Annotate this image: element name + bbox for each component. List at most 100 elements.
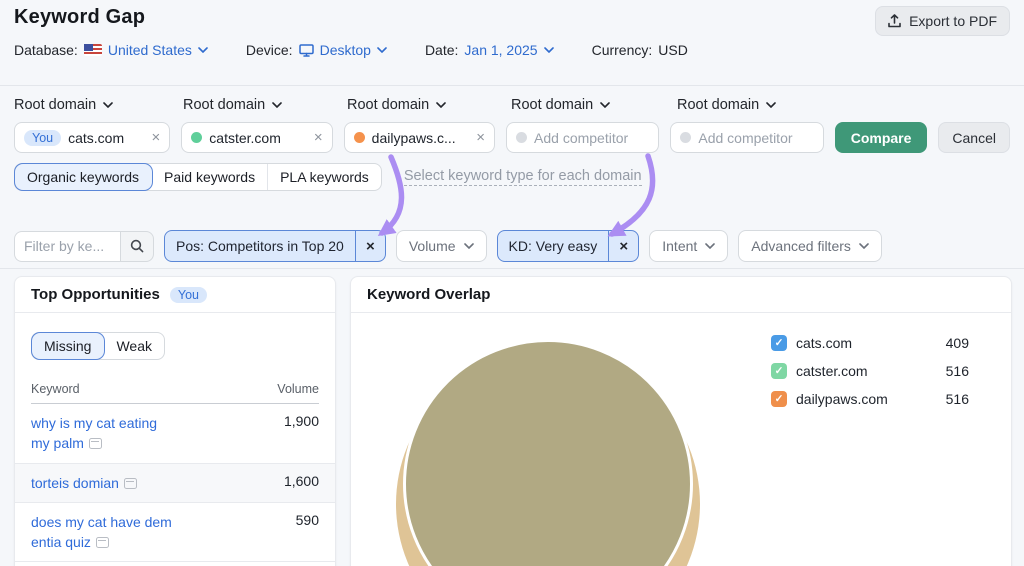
chevron-down-icon — [859, 243, 869, 249]
device-value: Desktop — [320, 42, 371, 58]
device-selector[interactable]: Device: Desktop — [246, 42, 387, 58]
venn-overlap-region[interactable] — [403, 339, 693, 566]
currency-value: USD — [658, 42, 688, 58]
legend-count: 516 — [946, 391, 969, 407]
table-row: why is my cat eating my palm 1,900 — [15, 404, 335, 464]
domain-color-dot — [680, 132, 691, 143]
cancel-button[interactable]: Cancel — [938, 122, 1010, 153]
volume-filter-dropdown[interactable]: Volume — [396, 230, 487, 262]
search-button[interactable] — [120, 231, 154, 262]
root-domain-dropdown-4[interactable]: Root domain — [511, 97, 666, 113]
filter-bar: Pos: Competitors in Top 20 × Volume KD: … — [0, 222, 1024, 269]
tab-organic-keywords[interactable]: Organic keywords — [15, 164, 152, 190]
keyword-type-hint: Select keyword type for each domain — [404, 168, 642, 186]
legend-domain: dailypaws.com — [796, 391, 888, 407]
domain-value: cats.com — [68, 130, 124, 146]
remove-domain-icon[interactable]: × — [314, 129, 323, 146]
checkbox-catster-checked[interactable] — [771, 363, 787, 379]
currency-display: Currency: USD — [592, 42, 688, 58]
keyword-type-tabs: Organic keywords Paid keywords PLA keywo… — [14, 163, 382, 191]
compare-button[interactable]: Compare — [835, 122, 928, 153]
checkbox-dailypaws-checked[interactable] — [771, 391, 787, 407]
volume-value: 1,600 — [284, 473, 319, 489]
chevron-down-icon — [436, 102, 446, 108]
keyword-overlap-card: Keyword Overlap cats.com 409 catster.com… — [350, 276, 1012, 566]
volume-value: 1,900 — [284, 413, 319, 429]
tab-missing[interactable]: Missing — [32, 333, 104, 359]
chevron-down-icon — [600, 102, 610, 108]
remove-domain-icon[interactable]: × — [476, 129, 485, 146]
chevron-down-icon — [766, 102, 776, 108]
column-header-keyword: Keyword — [31, 382, 80, 396]
domain-input-competitor-2[interactable]: dailypaws.c... × — [344, 122, 495, 153]
keyword-gap-page: Keyword Gap Export to PDF Database: Unit… — [0, 0, 1024, 566]
keyword-link[interactable]: why is my cat eating my palm — [31, 413, 157, 454]
chevron-down-icon — [377, 47, 387, 53]
domain-input-you[interactable]: You cats.com × — [14, 122, 170, 153]
database-selector[interactable]: Database: United States — [14, 42, 208, 58]
position-filter-chip[interactable]: Pos: Competitors in Top 20 × — [164, 230, 386, 262]
chevron-down-icon — [544, 47, 554, 53]
domain-selector-section: Root domain Root domain Root domain Root… — [14, 86, 1010, 191]
legend-domain: cats.com — [796, 335, 852, 351]
chevron-down-icon — [705, 243, 715, 249]
kd-filter-chip[interactable]: KD: Very easy × — [497, 230, 640, 262]
serp-features-icon — [96, 537, 109, 548]
table-row: torteis domian 1,600 — [15, 464, 335, 503]
monitor-icon — [299, 44, 314, 57]
chevron-down-icon — [198, 47, 208, 53]
checkbox-cats-checked[interactable] — [771, 335, 787, 351]
volume-value: 590 — [296, 512, 319, 528]
keyword-filter-input[interactable] — [14, 231, 120, 262]
tab-weak[interactable]: Weak — [104, 333, 164, 359]
serp-features-icon — [124, 478, 137, 489]
legend-item-dailypaws: dailypaws.com 516 — [771, 385, 969, 413]
page-title: Keyword Gap — [14, 6, 145, 29]
domain-color-dot — [191, 132, 202, 143]
advanced-filters-dropdown[interactable]: Advanced filters — [738, 230, 882, 262]
remove-kd-filter-icon[interactable]: × — [608, 231, 638, 261]
intent-filter-dropdown[interactable]: Intent — [649, 230, 728, 262]
domain-value: dailypaws.c... — [372, 130, 456, 146]
root-domain-dropdown-3[interactable]: Root domain — [347, 97, 500, 113]
remove-domain-icon[interactable]: × — [152, 129, 161, 146]
export-pdf-button[interactable]: Export to PDF — [875, 6, 1010, 36]
you-badge: You — [24, 130, 61, 146]
root-domain-dropdown-5[interactable]: Root domain — [677, 97, 832, 113]
search-icon — [130, 239, 144, 253]
you-badge: You — [170, 287, 207, 303]
legend-item-cats: cats.com 409 — [771, 329, 969, 357]
keyword-overlap-title: Keyword Overlap — [367, 286, 490, 303]
top-bar: Keyword Gap Export to PDF Database: Unit… — [0, 0, 1024, 86]
device-label: Device: — [246, 42, 293, 58]
top-opportunities-title: Top Opportunities — [31, 286, 160, 303]
export-icon — [888, 14, 901, 28]
tab-paid-keywords[interactable]: Paid keywords — [152, 164, 268, 190]
date-label: Date: — [425, 42, 458, 58]
date-value: Jan 1, 2025 — [464, 42, 537, 58]
currency-label: Currency: — [592, 42, 653, 58]
root-domain-dropdown-2[interactable]: Root domain — [183, 97, 336, 113]
domain-input-competitor-1[interactable]: catster.com × — [181, 122, 332, 153]
date-selector[interactable]: Date: Jan 1, 2025 — [425, 42, 554, 58]
remove-position-filter-icon[interactable]: × — [355, 231, 385, 261]
overlap-legend: cats.com 409 catster.com 516 dailypaws.c… — [771, 329, 969, 413]
keyword-link[interactable]: torteis domian — [31, 473, 137, 493]
position-filter-label: Pos: Competitors in Top 20 — [165, 231, 355, 261]
add-competitor-input-2[interactable]: Add competitor — [670, 122, 823, 153]
export-pdf-label: Export to PDF — [909, 13, 997, 29]
tab-pla-keywords[interactable]: PLA keywords — [268, 164, 381, 190]
add-competitor-placeholder: Add competitor — [534, 130, 628, 146]
database-label: Database: — [14, 42, 78, 58]
column-header-volume: Volume — [277, 382, 319, 396]
serp-features-icon — [89, 438, 102, 449]
missing-weak-tabs: Missing Weak — [31, 332, 165, 360]
add-competitor-input-1[interactable]: Add competitor — [506, 122, 659, 153]
root-domain-dropdown-1[interactable]: Root domain — [14, 97, 172, 113]
kd-filter-label: KD: Very easy — [498, 231, 609, 261]
chevron-down-icon — [464, 243, 474, 249]
domain-color-dot — [516, 132, 527, 143]
legend-domain: catster.com — [796, 363, 868, 379]
keyword-link[interactable]: does my cat have dem entia quiz — [31, 512, 172, 553]
chevron-down-icon — [103, 102, 113, 108]
